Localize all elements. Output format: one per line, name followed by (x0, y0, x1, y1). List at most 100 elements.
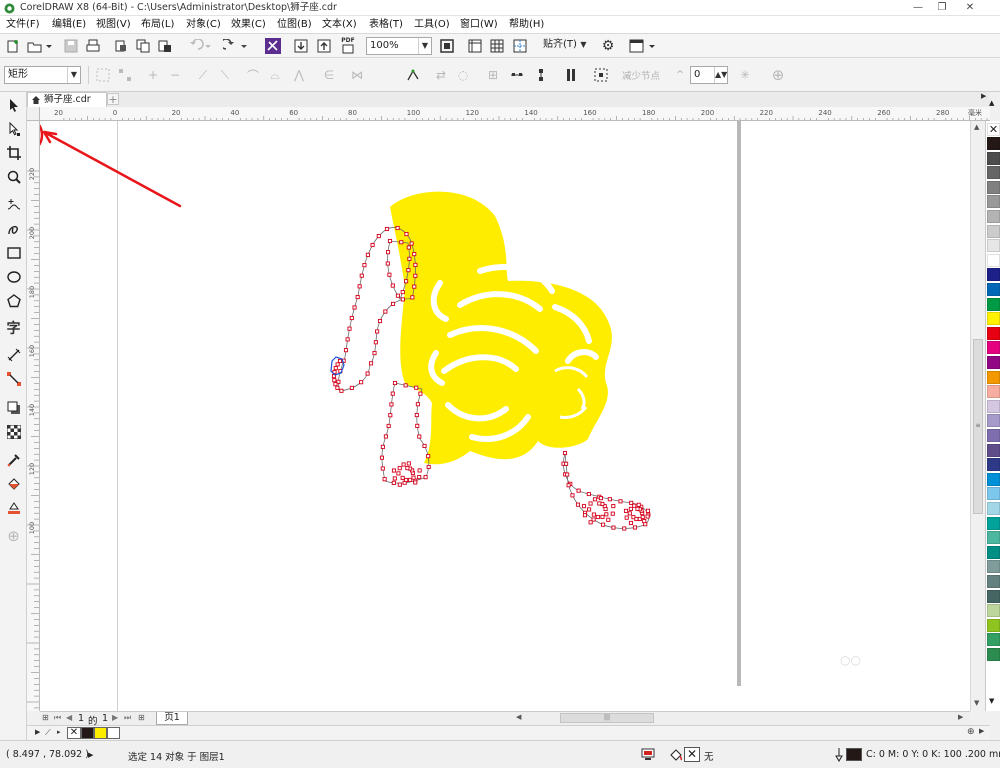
curve-node[interactable] (401, 462, 406, 467)
curve-node[interactable] (632, 503, 637, 508)
curve-node[interactable] (611, 504, 616, 509)
curve-node[interactable] (392, 476, 397, 481)
curve-node[interactable] (409, 241, 414, 246)
curve-node[interactable] (417, 475, 422, 480)
curve-node[interactable] (426, 464, 431, 470)
curve-node[interactable] (383, 309, 388, 314)
first-page-icon[interactable]: ⏮ (54, 713, 61, 723)
menu-help[interactable]: 帮助(H) (509, 17, 544, 33)
curve-node[interactable] (412, 252, 417, 257)
full-screen-icon[interactable] (438, 37, 456, 55)
curve-node[interactable] (370, 242, 375, 248)
palette-swatch[interactable] (987, 502, 1000, 515)
curve-node[interactable] (335, 385, 340, 390)
color-proofing-icon[interactable] (641, 748, 655, 761)
object-type-combo[interactable]: 矩形 ▼ (4, 66, 81, 84)
menu-bitmaps[interactable]: 位图(B) (277, 17, 312, 33)
select-nodes-icon[interactable] (94, 66, 112, 84)
palette-swatch[interactable] (987, 589, 1000, 603)
menu-layout[interactable]: 布局(L) (141, 17, 174, 33)
curve-node[interactable] (399, 240, 404, 245)
convert-to-line-icon[interactable]: ⌒ (244, 66, 262, 84)
palette-swatch[interactable] (987, 560, 1000, 574)
palette-swatch[interactable] (987, 458, 1000, 472)
curve-node[interactable] (362, 263, 367, 268)
curve-node[interactable] (601, 522, 606, 527)
palette-swatch[interactable] (987, 399, 1000, 413)
curve-node[interactable] (634, 516, 639, 522)
curve-node[interactable] (347, 326, 352, 331)
elastic-mode-icon[interactable] (562, 66, 580, 84)
curve-node[interactable] (591, 512, 596, 517)
smart-fill-tool-icon[interactable] (2, 497, 25, 519)
curve-node[interactable] (359, 380, 364, 385)
scroll-left-icon[interactable]: ◀ (516, 713, 521, 721)
horizontal-ruler[interactable]: 20 0 20 40 60 80 100 120 140 160 180 200 220 240 260 28… (40, 107, 990, 121)
curve-node[interactable] (410, 295, 415, 300)
curve-node[interactable] (375, 329, 380, 334)
polygon-tool-icon[interactable] (2, 290, 25, 312)
palette-swatch[interactable] (987, 531, 1000, 545)
menu-effects[interactable]: 效果(C) (231, 17, 266, 33)
select-all-nodes-icon[interactable] (116, 66, 134, 84)
curve-node[interactable] (422, 443, 427, 449)
curve-node[interactable] (390, 283, 395, 288)
curve-node[interactable] (417, 468, 422, 473)
vertical-scrollbar[interactable]: ▲ ≡ ▼ (970, 121, 985, 711)
palette-scroll-up-icon[interactable]: ▲ (989, 99, 994, 107)
curve-node[interactable] (586, 491, 591, 497)
curve-node[interactable] (414, 412, 419, 418)
stretch-nodes-icon[interactable]: ⊞ (484, 66, 502, 84)
menu-object[interactable]: 对象(C) (186, 17, 221, 33)
curve-node[interactable] (570, 493, 575, 498)
palette-swatch[interactable] (987, 137, 1000, 150)
curve-node[interactable] (403, 383, 408, 388)
curve-node[interactable] (396, 471, 401, 476)
curve-node[interactable] (355, 295, 360, 300)
zoom-level-combo[interactable]: 100% ▼ (366, 37, 432, 55)
curve-node[interactable] (588, 520, 593, 525)
curve-node[interactable] (389, 402, 394, 407)
horizontal-scroll-thumb[interactable]: ||| (560, 713, 654, 723)
curve-node[interactable] (404, 279, 409, 284)
previous-page-icon[interactable]: ◀ (66, 713, 72, 722)
palette-swatch[interactable] (987, 297, 1000, 311)
curve-node[interactable] (390, 301, 396, 306)
curve-node[interactable] (411, 475, 416, 480)
options-gear-icon[interactable]: ⚙ (598, 37, 618, 55)
doc-palette-white-swatch[interactable] (107, 727, 120, 739)
page-tab[interactable]: 页1 (156, 712, 188, 725)
curve-node[interactable] (587, 507, 592, 512)
curve-node[interactable] (349, 385, 354, 390)
curve-node[interactable] (413, 262, 418, 267)
curve-node[interactable] (414, 385, 419, 390)
curve-node[interactable] (390, 391, 395, 396)
show-grid-icon[interactable] (488, 37, 506, 55)
curve-node[interactable] (395, 293, 400, 298)
curve-node[interactable] (588, 501, 593, 506)
curve-node[interactable] (400, 290, 405, 295)
palette-swatch[interactable] (987, 429, 1000, 442)
ruler-origin-corner[interactable] (27, 107, 40, 121)
curve-node[interactable] (380, 466, 385, 471)
curve-node[interactable] (387, 272, 392, 277)
curve-node[interactable] (642, 519, 647, 524)
palette-swatch[interactable] (987, 575, 1000, 588)
break-curve-icon[interactable]: ⟍ (216, 66, 234, 84)
curve-node[interactable] (345, 337, 350, 342)
parallel-dimension-tool-icon[interactable] (2, 344, 25, 366)
curve-node[interactable] (618, 499, 623, 504)
snap-to-menu[interactable]: 贴齐(T) ▼ (540, 37, 590, 55)
curve-node[interactable] (333, 366, 338, 371)
curve-node[interactable] (406, 245, 411, 250)
curve-node[interactable] (357, 284, 362, 289)
extend-curve-icon[interactable] (404, 66, 422, 84)
curve-node[interactable] (379, 455, 385, 460)
palette-swatch[interactable] (987, 180, 1000, 194)
curve-node[interactable] (417, 434, 422, 439)
curve-node[interactable] (592, 497, 598, 502)
curve-node[interactable] (581, 504, 587, 509)
smooth-node-icon[interactable]: ∈ (320, 66, 338, 84)
curve-node[interactable] (597, 501, 602, 506)
curve-node[interactable] (385, 261, 390, 266)
